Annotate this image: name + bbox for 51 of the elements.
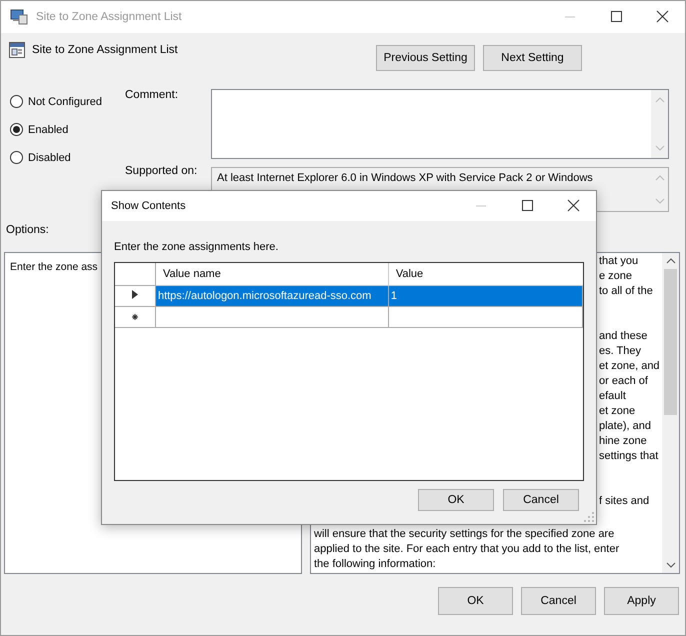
help-text: that you <box>599 254 638 269</box>
row-header-cell <box>115 263 156 286</box>
dialog-button[interactable]: Cancel <box>503 489 579 511</box>
table-cell[interactable]: 1 <box>388 286 582 306</box>
field-label: Supported on: <box>125 165 198 177</box>
options-label: Options: <box>6 224 49 236</box>
help-text: will ensure that the security settings for the specified zone are <box>314 527 614 542</box>
help-text: hine zone <box>599 434 647 449</box>
dialog-title: Show Contents <box>111 200 186 212</box>
scroll-down-icon[interactable] <box>666 561 676 569</box>
help-text: plate), and <box>599 419 651 434</box>
help-text: the following information: <box>314 557 436 572</box>
navigation-button[interactable]: Next Setting <box>483 45 582 71</box>
help-text: or each of <box>599 374 648 389</box>
help-text: e zone <box>599 269 632 284</box>
scrollbar[interactable] <box>662 253 679 573</box>
row-header-cell[interactable] <box>115 306 156 328</box>
computer-icon <box>10 9 28 25</box>
table-cell[interactable]: https://autologon.microsoftazuread-sso.com <box>155 286 388 306</box>
options-text: Enter the zone ass <box>10 261 98 273</box>
table-cell[interactable] <box>388 306 582 328</box>
help-text: settings that <box>599 449 658 464</box>
prompt-text: Enter the zone assignments here. <box>114 241 280 255</box>
supported-on-text: At least Internet Explorer 6.0 in Windows XP with Service Pack 2 or Windows <box>217 171 594 185</box>
radio-button[interactable]: Disabled <box>10 149 125 166</box>
help-text: applied to the site. For each entry that you add to the list, enter <box>314 542 620 557</box>
help-text: f sites and <box>599 494 650 509</box>
navigation-button[interactable]: Previous Setting <box>376 45 475 71</box>
scrollbar-thumb[interactable] <box>664 269 677 415</box>
setting-title: Site to Zone Assignment List <box>32 44 178 56</box>
dialog-button[interactable]: OK <box>438 587 513 615</box>
table-cell[interactable] <box>155 306 388 328</box>
help-text: efault <box>599 389 626 404</box>
field-label: Comment: <box>125 89 180 101</box>
row-header-cell[interactable] <box>115 286 156 306</box>
scroll-up-icon[interactable] <box>666 257 676 265</box>
dialog-button[interactable]: Cancel <box>521 587 596 615</box>
radio-button[interactable]: Enabled <box>10 121 125 138</box>
policy-setting-icon <box>8 41 26 59</box>
radio-button[interactable]: Not Configured <box>10 93 125 110</box>
dialog-button[interactable]: Apply <box>604 587 679 615</box>
window-title: Site to Zone Assignment List <box>36 11 182 23</box>
help-text: and these <box>599 329 648 344</box>
help-text: to all of the <box>599 284 653 299</box>
help-text: et zone <box>599 404 636 419</box>
help-text: es. They <box>599 344 641 359</box>
resize-grip-icon[interactable] <box>584 512 594 522</box>
help-text: et zone, and <box>599 359 660 374</box>
new-row-icon <box>132 314 138 320</box>
dialog-button[interactable]: OK <box>418 489 494 511</box>
row-pointer-icon <box>132 290 138 299</box>
